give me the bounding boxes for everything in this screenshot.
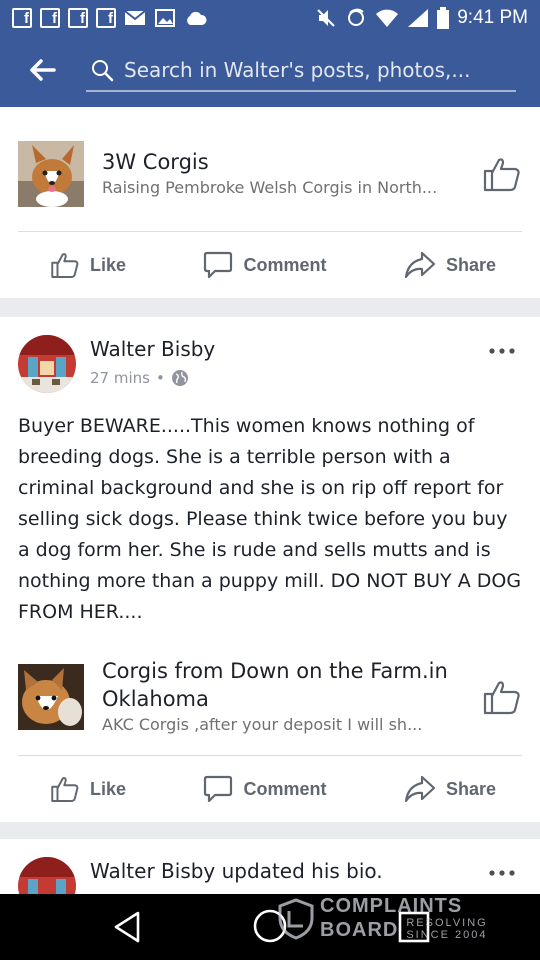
mail-icon <box>124 10 146 25</box>
page-thumbnail[interactable] <box>18 141 84 207</box>
cloud-icon <box>187 11 207 25</box>
corgi-photo <box>18 141 84 207</box>
page-info: Corgis from Down on the Farm.in Oklahoma… <box>102 657 470 737</box>
signal-icon <box>408 9 429 27</box>
gallery-icon <box>155 9 175 27</box>
more-options-button[interactable] <box>488 863 516 876</box>
sync-icon <box>348 8 365 26</box>
like-page-button[interactable] <box>482 154 522 194</box>
page-subtitle: Raising Pembroke Welsh Corgis in North..… <box>102 178 438 197</box>
mute-icon <box>317 9 335 27</box>
back-button[interactable] <box>26 54 58 86</box>
watermark-tag2: SINCE 2004 <box>406 929 488 941</box>
page-name[interactable]: Corgis from Down on the Farm.in Oklahoma <box>102 657 470 713</box>
next-post-card: Walter Bisby updated his bio. <box>0 839 540 899</box>
comment-label: Comment <box>243 778 327 799</box>
like-button[interactable]: Like <box>50 774 126 804</box>
post-meta: 27 mins • <box>90 369 189 387</box>
status-bar: f f f f 9:41 PM <box>0 0 540 36</box>
facebook-glyph: f <box>80 10 85 27</box>
post-time[interactable]: 27 mins <box>90 369 150 387</box>
share-label: Share <box>445 778 496 799</box>
comment-icon <box>204 251 233 279</box>
facebook-icon: f <box>96 8 116 28</box>
action-bar: Like Comment Share <box>0 756 540 822</box>
avatar-photo <box>18 857 76 899</box>
globe-icon <box>171 370 188 386</box>
like-label: Like <box>90 778 127 799</box>
thumbs-up-icon <box>51 777 79 802</box>
wifi-icon <box>376 9 399 27</box>
shared-page-row[interactable]: Corgis from Down on the Farm.in Oklahoma… <box>18 657 522 737</box>
facebook-icon: f <box>40 8 60 28</box>
watermark-tagline: RESOLVING SINCE 2004 <box>406 917 487 941</box>
author-name[interactable]: Walter Bisby <box>90 335 215 363</box>
watermark-line2-row: BOARD RESOLVING SINCE 2004 <box>320 917 488 941</box>
share-button[interactable]: Share <box>404 774 496 804</box>
shield-icon <box>278 897 314 940</box>
post-title[interactable]: Walter Bisby updated his bio. <box>90 857 383 885</box>
facebook-icon: f <box>12 8 32 28</box>
share-icon <box>404 251 436 279</box>
thumbs-up-icon <box>483 681 520 715</box>
facebook-glyph: f <box>108 10 113 27</box>
facebook-glyph: f <box>24 10 29 27</box>
nav-back-button[interactable] <box>112 910 142 948</box>
avatar[interactable] <box>18 857 76 899</box>
post-card: Walter Bisby 27 mins • Buyer BEWARE.....… <box>0 317 540 822</box>
more-options-button[interactable] <box>488 341 516 354</box>
share-button[interactable]: Share <box>404 250 496 280</box>
comment-icon <box>204 775 233 803</box>
search-input[interactable]: Search in Walter's posts, photos,... <box>86 50 516 92</box>
search-placeholder: Search in Walter's posts, photos,... <box>124 58 471 82</box>
watermark-tag1: RESOLVING <box>406 917 488 929</box>
shared-page-row[interactable]: 3W Corgis Raising Pembroke Welsh Corgis … <box>18 141 522 207</box>
comment-label: Comment <box>243 254 327 275</box>
page-subtitle: AKC Corgis ,after your deposit I will sh… <box>102 715 423 734</box>
arrow-left-icon <box>30 59 56 81</box>
share-icon <box>404 775 436 803</box>
clock: 9:41 PM <box>457 7 528 28</box>
facebook-icon: f <box>68 8 88 28</box>
page-thumbnail[interactable] <box>18 664 84 730</box>
system-status: 9:41 PM <box>315 7 528 29</box>
comment-button[interactable]: Comment <box>203 774 327 804</box>
more-icon <box>489 348 515 354</box>
share-label: Share <box>445 254 496 275</box>
post-text: Buyer BEWARE.....This women knows nothin… <box>18 415 522 623</box>
like-label: Like <box>90 254 127 275</box>
battery-icon <box>437 7 450 29</box>
shared-page-card: 3W Corgis Raising Pembroke Welsh Corgis … <box>0 107 540 298</box>
post-header: Walter Bisby 27 mins • <box>18 335 522 395</box>
page-name[interactable]: 3W Corgis <box>102 148 470 176</box>
watermark: COMPLAINTS BOARD RESOLVING SINCE 2004 <box>278 896 488 941</box>
meta-separator: • <box>155 369 165 387</box>
thumbs-up-icon <box>51 253 79 278</box>
avatar-photo <box>18 335 76 393</box>
more-icon <box>489 870 515 876</box>
like-button[interactable]: Like <box>50 250 126 280</box>
comment-button[interactable]: Comment <box>203 250 327 280</box>
action-bar: Like Comment Share <box>0 232 540 298</box>
avatar[interactable] <box>18 335 76 393</box>
facebook-glyph: f <box>52 10 57 27</box>
search-header: Search in Walter's posts, photos,... <box>0 36 540 107</box>
corgi-puppy-photo <box>18 664 84 730</box>
post-header: Walter Bisby updated his bio. <box>18 857 522 899</box>
watermark-line2: BOARD <box>320 919 399 941</box>
android-nav-bar: COMPLAINTS BOARD RESOLVING SINCE 2004 <box>0 894 540 960</box>
page-info: 3W Corgis Raising Pembroke Welsh Corgis … <box>102 148 470 200</box>
notification-icons: f f f f <box>12 8 208 28</box>
thumbs-up-icon <box>483 158 520 192</box>
like-page-button[interactable] <box>482 677 522 717</box>
triangle-back-icon <box>114 911 140 943</box>
watermark-text: COMPLAINTS BOARD RESOLVING SINCE 2004 <box>320 895 488 942</box>
search-icon <box>92 60 114 82</box>
watermark-line1: COMPLAINTS <box>320 895 463 917</box>
